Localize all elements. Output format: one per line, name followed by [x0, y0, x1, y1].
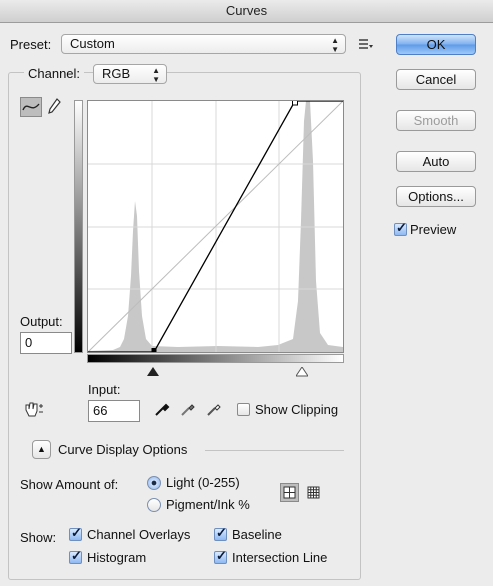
light-radio[interactable]: [147, 476, 161, 490]
cancel-button[interactable]: Cancel: [396, 69, 476, 90]
black-input-slider-icon[interactable]: [147, 365, 159, 376]
channel-overlays-checkbox[interactable]: ✓: [69, 525, 82, 541]
gray-eyedropper-icon[interactable]: [180, 401, 196, 417]
curve-display-options-label: Curve Display Options: [58, 442, 188, 457]
histogram-label: Histogram: [87, 550, 147, 565]
channel-select[interactable]: RGB ▲ ▼: [93, 64, 167, 84]
show-label: Show:: [20, 530, 57, 545]
disclosure-triangle-icon[interactable]: ▲: [32, 440, 51, 459]
show-clipping-label: Show Clipping: [255, 402, 339, 417]
options-button[interactable]: Options...: [396, 186, 476, 207]
ok-button[interactable]: OK: [396, 34, 476, 55]
white-point-handle[interactable]: [292, 101, 298, 106]
intersection-line-label: Intersection Line: [232, 550, 328, 565]
simple-grid-icon[interactable]: [280, 483, 299, 502]
baseline-label: Baseline: [232, 527, 282, 542]
black-point-handle[interactable]: [151, 348, 157, 352]
pencil-icon[interactable]: [46, 97, 62, 117]
input-gradient-bar: [87, 354, 344, 363]
preset-select[interactable]: Custom ▲ ▼: [61, 34, 346, 54]
curve-graph[interactable]: [87, 100, 344, 353]
input-field[interactable]: 66: [88, 400, 140, 422]
preview-label: Preview: [410, 222, 457, 237]
channel-value: RGB: [102, 66, 131, 81]
baseline-checkbox[interactable]: ✓: [214, 525, 227, 541]
input-label: Input:: [88, 382, 121, 397]
preview-checkbox[interactable]: ✓: [394, 220, 407, 236]
light-radio-label: Light (0-255): [166, 475, 240, 490]
output-gradient-bar: [74, 100, 83, 353]
divider: [205, 450, 344, 451]
detailed-grid-icon[interactable]: [305, 484, 322, 501]
channel-overlays-label: Channel Overlays: [87, 527, 191, 542]
output-field[interactable]: 0: [20, 332, 72, 354]
preset-label: Preset:: [10, 37, 52, 52]
window-title: Curves: [0, 0, 493, 23]
curve-point-tool-icon[interactable]: [20, 97, 42, 117]
auto-button[interactable]: Auto: [396, 151, 476, 172]
popup-arrows-icon: ▲ ▼: [152, 66, 160, 84]
black-eyedropper-icon[interactable]: [154, 401, 170, 417]
white-input-slider-icon[interactable]: [295, 365, 309, 377]
show-amount-label: Show Amount of:: [20, 477, 119, 492]
output-label: Output:: [20, 314, 63, 329]
show-clipping-checkbox[interactable]: [237, 403, 250, 416]
popup-arrows-icon: ▲ ▼: [331, 36, 339, 54]
histogram-checkbox[interactable]: ✓: [69, 548, 82, 564]
smooth-button[interactable]: Smooth: [396, 110, 476, 131]
intersection-line-checkbox[interactable]: ✓: [214, 548, 227, 564]
preset-value: Custom: [70, 36, 115, 51]
curve-canvas[interactable]: [88, 101, 343, 352]
on-image-adjustment-hand-icon[interactable]: [22, 400, 44, 418]
pigment-radio[interactable]: [147, 498, 161, 512]
preset-options-menu-icon[interactable]: [358, 37, 374, 51]
channel-label: Channel:: [24, 66, 85, 81]
pigment-radio-label: Pigment/Ink %: [166, 497, 250, 512]
white-eyedropper-icon[interactable]: [206, 401, 222, 417]
